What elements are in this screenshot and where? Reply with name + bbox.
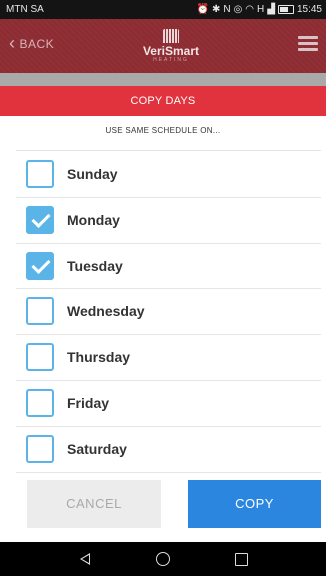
day-row-saturday[interactable]: Saturday xyxy=(16,427,321,473)
day-row-thursday[interactable]: Thursday xyxy=(16,335,321,381)
signal-label: H xyxy=(257,4,265,15)
clock-time: 15:45 xyxy=(296,4,322,15)
nav-home-button[interactable] xyxy=(124,552,202,566)
hamburger-menu-icon[interactable] xyxy=(298,36,318,52)
status-bar: MTN SA ⏰ ✱ N ◎ ◠ H ▟ 15:45 xyxy=(0,0,326,19)
copy-button[interactable]: COPY xyxy=(188,480,321,528)
back-button[interactable]: ‹ BACK xyxy=(9,33,55,53)
day-row-friday[interactable]: Friday xyxy=(16,381,321,427)
chevron-left-icon: ‹ xyxy=(9,33,16,53)
data-icon: ◎ xyxy=(233,4,243,15)
day-checkbox[interactable] xyxy=(26,434,54,463)
signal-icon: ▟ xyxy=(267,4,275,15)
header-divider xyxy=(0,73,326,86)
day-checkbox[interactable] xyxy=(26,205,54,234)
day-checkbox[interactable] xyxy=(26,343,54,372)
day-label: Sunday xyxy=(67,166,118,182)
nav-back-button[interactable] xyxy=(46,553,124,565)
back-label: BACK xyxy=(19,37,55,51)
logo-text: VeriSmart xyxy=(142,44,200,58)
instruction-text: USE SAME SCHEDULE ON... xyxy=(105,126,221,135)
bluetooth-icon: ✱ xyxy=(211,4,221,15)
android-nav-bar xyxy=(0,542,326,576)
day-label: Monday xyxy=(67,211,120,228)
recents-square-icon xyxy=(234,552,248,566)
day-row-monday[interactable]: Monday xyxy=(16,198,321,244)
battery-icon xyxy=(277,5,294,14)
nav-recents-button[interactable] xyxy=(202,552,280,566)
day-label: Saturday xyxy=(67,440,127,457)
app-screen: MTN SA ⏰ ✱ N ◎ ◠ H ▟ 15:45 ‹ BACK VeriSm… xyxy=(0,0,326,576)
back-triangle-icon xyxy=(80,553,90,565)
day-label: Wednesday xyxy=(67,303,145,320)
day-checkbox[interactable] xyxy=(26,160,54,188)
day-checkbox[interactable] xyxy=(26,297,54,326)
logo-mark-icon xyxy=(163,29,179,43)
day-label: Friday xyxy=(67,394,110,411)
day-row-tuesday[interactable]: Tuesday xyxy=(16,244,321,290)
status-icons: ⏰ ✱ N ◎ ◠ H ▟ 15:45 xyxy=(196,4,322,15)
alarm-icon: ⏰ xyxy=(196,4,209,15)
nfc-icon: N xyxy=(223,4,231,15)
day-checkbox[interactable] xyxy=(26,388,54,417)
day-row-wednesday[interactable]: Wednesday xyxy=(16,289,321,336)
cancel-button[interactable]: CANCEL xyxy=(27,480,161,528)
day-list: Sunday Monday Tuesday Wednesday Thursday… xyxy=(0,152,326,473)
list-divider xyxy=(16,150,321,151)
day-label: Thursday xyxy=(67,349,131,366)
app-header: ‹ BACK VeriSmart HEATING xyxy=(0,19,326,73)
verismart-logo: VeriSmart HEATING xyxy=(138,29,204,69)
home-circle-icon xyxy=(156,552,170,566)
page-title: COPY DAYS xyxy=(0,86,326,116)
day-label: Tuesday xyxy=(67,257,123,274)
day-row-sunday[interactable]: Sunday xyxy=(16,152,321,198)
carrier-label: MTN SA xyxy=(6,4,44,15)
day-checkbox[interactable] xyxy=(26,251,54,280)
wifi-icon: ◠ xyxy=(245,4,255,15)
